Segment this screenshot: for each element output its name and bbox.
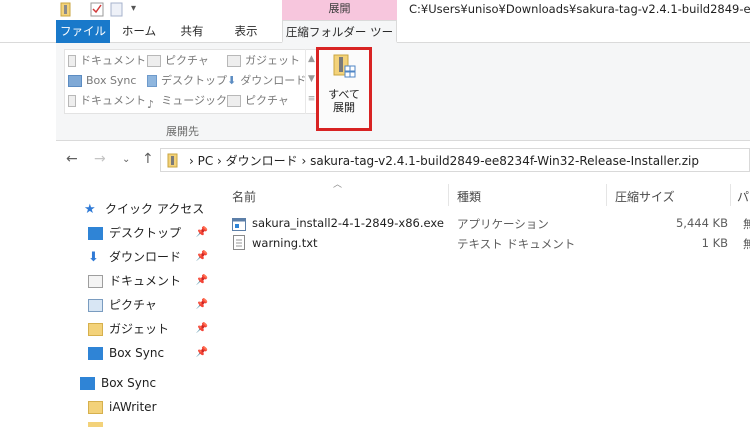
extract-to-gallery: ドキュメント Box Sync ドキュメント ピクチャ デスクトップ ♪ ミュージ… [64,49,317,114]
file-extra: 無 [743,217,750,231]
gallery-item-documents-2[interactable]: ドキュメント [68,91,146,111]
pin-icon[interactable]: 📌 [196,341,208,365]
file-list: ︿ 名前 種類 圧縮サイズ パ sakura_install2-4-1-2849… [220,178,750,427]
nav-quick-access[interactable]: ★ クイック アクセス [84,197,204,221]
ribbon-tabs: ファイル ホーム 共有 表示 圧縮フォルダー ツール [0,20,750,61]
gallery-item-music[interactable]: ♪ ミュージック [147,91,227,111]
title-bar: ▾ 展開 C:¥Users¥uniso¥Downloads¥sakura-tag… [0,0,750,22]
gallery-item-documents[interactable]: ドキュメント [68,51,146,71]
gallery-item-downloads[interactable]: ⬇ ダウンロード [227,71,306,91]
box-icon [80,376,95,390]
pin-icon[interactable]: 📌 [196,245,208,269]
column-separator[interactable] [606,184,607,206]
gallery-item-gadgets[interactable]: ガジェット [227,51,305,71]
file-name: warning.txt [252,236,318,250]
nav-item-pictures[interactable]: ピクチャ 📌 [88,293,208,317]
picture-icon [227,95,241,107]
file-size: 5,444 KB [675,216,728,230]
gadget-icon [227,55,241,67]
nav-item-box-sync[interactable]: Box Sync 📌 [88,341,208,365]
pin-icon[interactable]: 📌 [196,317,208,341]
table-row[interactable]: warning.txt テキスト ドキュメント 1 KB 無 [228,233,750,253]
document-icon [68,95,76,107]
window-title: C:¥Users¥uniso¥Downloads¥sakura-tag-v2.4… [409,2,750,16]
folder-icon [88,322,103,336]
column-header-type[interactable]: 種類 [457,188,481,205]
gallery-item-desktop[interactable]: デスクトップ [147,71,227,91]
column-separator[interactable] [448,184,449,206]
folder-icon [88,400,103,414]
tab-share[interactable]: 共有 [166,20,218,43]
pin-icon[interactable]: 📌 [196,293,208,317]
picture-icon [147,55,161,67]
desktop-icon [147,75,157,87]
file-size: 1 KB [701,236,728,250]
pin-icon[interactable]: 📌 [196,269,208,293]
gallery-item-pictures-2[interactable]: ピクチャ [227,91,305,111]
ribbon-group-label: 展開先 [166,125,199,138]
up-arrow-icon[interactable]: ↑ [142,151,154,167]
picture-icon [88,298,103,312]
column-header-compressed-size[interactable]: 圧縮サイズ [615,188,675,205]
nav-item-documents[interactable]: ドキュメント 📌 [88,269,208,293]
document-icon [68,55,76,67]
breadcrumb: › PC › ダウンロード › sakura-tag-v2.4.1-build2… [189,154,699,168]
navigation-pane: ★ クイック アクセス デスクトップ 📌 ⬇ ダウンロード 📌 ドキュメント 📌 [56,178,220,427]
column-separator[interactable] [730,184,731,206]
nav-item-gadgets[interactable]: ガジェット 📌 [88,317,208,341]
column-header-extra[interactable]: パ [737,188,749,205]
sort-indicator-icon: ︿ [333,180,343,190]
star-icon: ★ [84,201,96,217]
context-tab-header: 展開 [282,0,397,20]
document-icon [88,274,103,288]
navigation-bar: ← → ⌄ ↑ › PC › ダウンロード › sakura-tag-v2.4.… [56,145,750,175]
tab-view[interactable]: 表示 [220,20,272,43]
file-type: アプリケーション [457,217,549,231]
box-icon [88,346,103,360]
nav-box-sync[interactable]: Box Sync [80,371,156,395]
box-icon [68,75,82,87]
file-explorer-window: ▾ 展開 C:¥Users¥uniso¥Downloads¥sakura-tag… [0,0,750,427]
download-icon: ⬇ [227,74,237,87]
tab-file[interactable]: ファイル [56,20,110,43]
extract-all-button[interactable]: すべて 展開 [316,47,372,131]
music-icon: ♪ [147,98,155,111]
gallery-item-pictures[interactable]: ピクチャ [147,51,227,71]
zip-folder-icon [332,54,356,86]
nav-iawriter[interactable]: iAWriter [88,395,157,419]
properties-icon[interactable] [90,2,104,17]
quick-access-list: デスクトップ 📌 ⬇ ダウンロード 📌 ドキュメント 📌 ピクチャ 📌 ガジェッ… [88,221,208,365]
file-extra: 無 [743,237,750,251]
nav-item-desktop[interactable]: デスクトップ 📌 [88,221,208,245]
table-row[interactable]: sakura_install2-4-1-2849-x86.exe アプリケーショ… [228,213,750,233]
text-file-icon [233,235,245,254]
address-bar[interactable]: › PC › ダウンロード › sakura-tag-v2.4.1-build2… [160,148,750,172]
tab-home[interactable]: ホーム [112,20,166,43]
pin-icon[interactable]: 📌 [196,221,208,245]
nav-partial-item-icon [88,422,103,427]
gallery-item-box-sync[interactable]: Box Sync [68,71,146,91]
tab-compressed-folder-tools[interactable]: 圧縮フォルダー ツール [282,20,397,61]
new-folder-icon[interactable] [110,2,124,17]
extract-all-label: すべて 展開 [328,88,360,114]
ribbon-panel: ドキュメント Box Sync ドキュメント ピクチャ デスクトップ ♪ ミュージ… [56,43,750,141]
download-icon: ⬇ [88,249,99,265]
file-name: sakura_install2-4-1-2849-x86.exe [252,216,444,230]
nav-item-downloads[interactable]: ⬇ ダウンロード 📌 [88,245,208,269]
desktop-icon [88,226,103,240]
back-arrow-icon[interactable]: ← [66,151,78,167]
column-header-name[interactable]: 名前 [232,188,256,205]
quick-access-dropdown-icon[interactable]: ▾ [131,3,136,14]
forward-arrow-icon[interactable]: → [94,151,106,167]
file-type: テキスト ドキュメント [457,237,576,251]
folder-icon[interactable] [60,2,74,17]
context-tab-header-label: 展開 [328,2,351,15]
zip-folder-icon [167,153,179,172]
recent-dropdown-icon[interactable]: ⌄ [122,154,130,165]
